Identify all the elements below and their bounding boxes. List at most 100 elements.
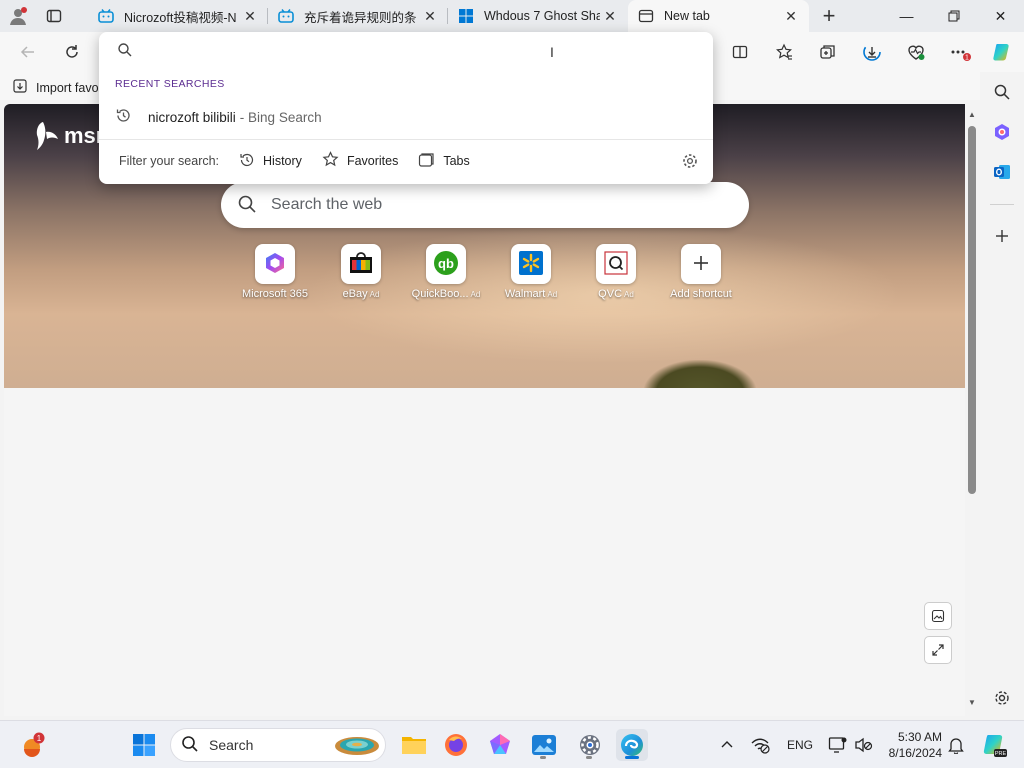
close-tab-icon[interactable]: ✕ [600,8,620,25]
msn-logo[interactable]: msn [34,120,109,152]
tab-4-active[interactable]: New tab ✕ [628,0,809,32]
close-tab-icon[interactable]: ✕ [781,8,801,25]
taskbar-search-box[interactable]: Search [170,728,386,762]
new-tab-plus-icon[interactable]: + [809,0,849,32]
address-input[interactable] [145,43,645,59]
sidebar-add-icon[interactable] [986,220,1018,252]
filter-tabs-button[interactable]: Tabs [418,152,470,171]
recent-search-item[interactable]: nicrozoft bilibili - Bing Search [99,102,713,132]
page-scrollbar[interactable]: ▲ ▼ [965,104,979,716]
close-tab-icon[interactable]: ✕ [420,8,440,25]
recent-search-source: - Bing Search [239,109,322,125]
volume-muted-icon[interactable] [854,721,874,768]
edge-sidebar [980,72,1024,720]
settings-gear-app-icon[interactable] [574,729,606,761]
restore-icon[interactable] [930,0,977,32]
tab-1[interactable]: Nicrozoft投稿视频-N ✕ [88,0,268,32]
copilot-preview-icon[interactable]: PRE [978,729,1010,761]
file-explorer-icon[interactable] [398,729,430,761]
tab-actions-icon[interactable] [36,0,72,32]
search-icon [237,194,257,217]
tabs-icon [418,152,435,171]
text-cursor-icon: I [550,44,554,60]
scrollbar-thumb[interactable] [968,126,976,494]
address-bar[interactable] [99,32,713,70]
ad-tag: Ad [547,290,558,299]
web-search-box[interactable]: Search the web [221,182,749,228]
downloads-icon[interactable] [856,36,888,68]
shortcut-quickbooks[interactable]: qb QuickBoo... Ad [401,244,491,300]
clock[interactable]: 5:30 AM 8/16/2024 [886,729,942,761]
shortcut-walmart[interactable]: Walmart Ad [486,244,576,300]
tab-2[interactable]: 充斥着诡异规则的条 ✕ [268,0,448,32]
shortcut-add[interactable]: Add shortcut [656,244,746,300]
shortcut-qvc[interactable]: QVC Ad [571,244,661,300]
star-icon [322,151,339,171]
start-windows-icon[interactable] [128,729,160,761]
qvc-icon [603,250,629,279]
tab-title: 充斥着诡异规则的条 [304,10,417,25]
recent-search-query: nicrozoft bilibili [148,109,236,125]
sidebar-settings-gear-icon[interactable] [986,682,1018,714]
minimize-icon[interactable]: — [883,0,930,32]
recent-searches-header: RECENT SEARCHES [115,78,225,90]
quick-links: Microsoft 365 eBay Ad qb QuickBoo... Ad Wa… [230,244,750,308]
walmart-icon [518,250,544,279]
msn-butterfly-icon [36,122,58,150]
scroll-down-arrow-icon[interactable]: ▼ [967,698,977,707]
background-image-icon[interactable] [924,602,952,630]
sidebar-outlook-icon[interactable] [986,156,1018,188]
shortcut-microsoft365[interactable]: Microsoft 365 [230,244,320,300]
history-clock-icon [115,107,132,127]
close-tab-icon[interactable]: ✕ [240,8,260,25]
tab-3[interactable]: Whdous 7 Ghost Sha ✕ [448,0,628,32]
filter-favorites-button[interactable]: Favorites [322,151,398,171]
scroll-up-arrow-icon[interactable]: ▲ [967,110,977,119]
notifications-bell-icon[interactable] [948,721,964,768]
weather-widget-icon[interactable]: 1 [16,729,48,761]
back-arrow-icon[interactable] [12,36,44,68]
shortcut-label: QuickBoo... [411,288,469,300]
close-window-icon[interactable]: ✕ [977,0,1024,32]
search-icon [181,735,199,756]
filter-history-button[interactable]: History [239,152,302,171]
filter-label: Filter your search: [119,154,220,168]
clock-date: 8/16/2024 [888,746,942,760]
firefox-icon[interactable] [440,729,472,761]
address-bar-dropdown: I RECENT SEARCHES nicrozoft bilibili - B… [99,32,713,184]
refresh-icon[interactable] [56,36,88,68]
sidebar-search-icon[interactable] [986,76,1018,108]
sidebar-microsoft365-icon[interactable] [986,116,1018,148]
favorites-star-icon[interactable] [768,36,800,68]
search-icon [117,42,133,61]
edge-browser-icon[interactable] [616,729,648,761]
copilot-icon[interactable] [986,36,1018,68]
bilibili-icon [278,8,294,24]
network-disconnected-icon[interactable] [750,721,770,768]
ad-tag: Ad [470,290,481,299]
dropdown-divider [99,139,713,140]
downloads-badge: 1 [965,55,969,62]
shortcut-ebay[interactable]: eBay Ad [316,244,406,300]
tab-title: Whdous 7 Ghost Sha [484,9,600,23]
colorful-pentagon-app-icon[interactable] [484,729,516,761]
shortcut-label: Walmart [504,288,546,300]
expand-icon[interactable] [924,636,952,664]
profile-avatar-icon[interactable] [0,0,36,32]
language-indicator[interactable]: ENG [787,721,813,768]
split-screen-icon[interactable] [724,36,756,68]
browser-essentials-heart-icon[interactable] [900,36,932,68]
filter-history-label: History [263,154,302,168]
svg-text:qb: qb [438,256,454,271]
import-favorites-button[interactable]: Import favo [12,78,99,97]
search-settings-gear-icon[interactable] [681,152,699,173]
taskbar-search-label: Search [209,737,254,753]
photos-app-icon[interactable] [528,729,560,761]
shortcut-label: QVC [598,288,623,300]
bilibili-icon [98,8,114,24]
monitor-notification-icon[interactable] [828,721,848,768]
show-hidden-icons-chevron-icon[interactable] [720,721,734,768]
more-options-icon[interactable]: 1 [944,36,976,68]
collections-icon[interactable] [812,36,844,68]
filter-favorites-label: Favorites [346,154,399,168]
